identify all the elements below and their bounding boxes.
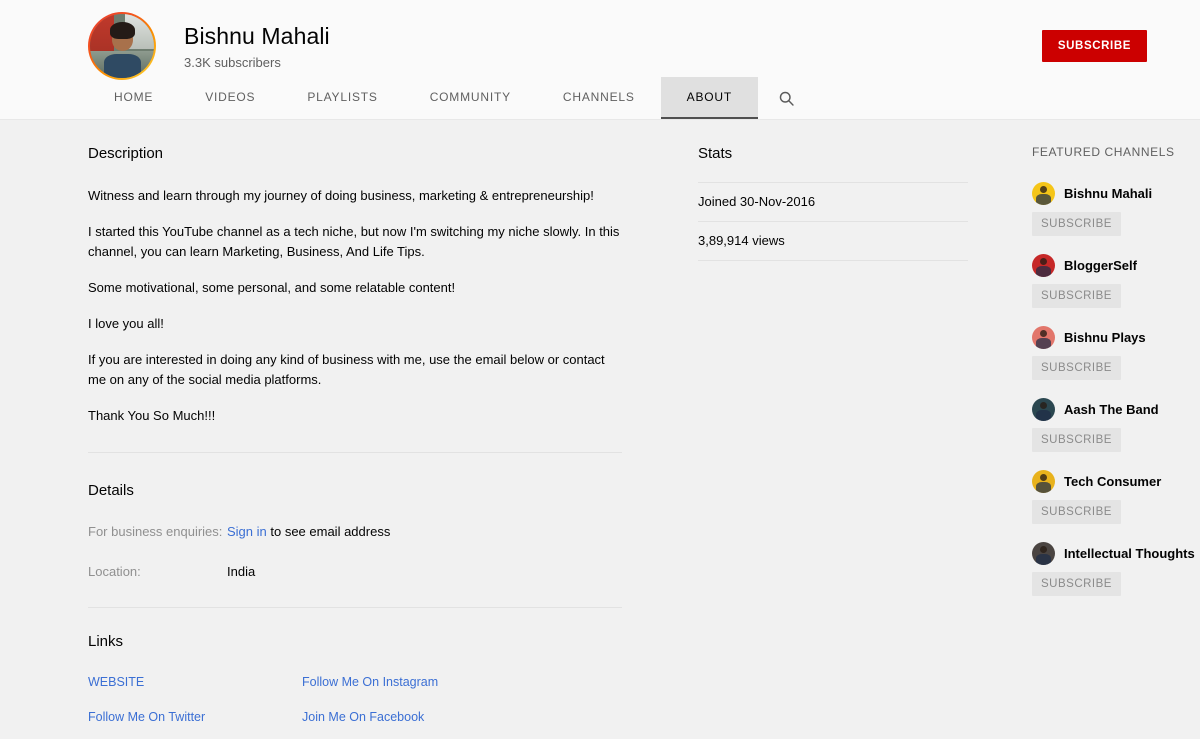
channel-row: BloggerSelf: [1032, 254, 1188, 277]
description-paragraph: Some motivational, some personal, and so…: [88, 280, 456, 295]
channel-avatar-icon[interactable]: [1032, 542, 1055, 565]
description-paragraph: I love you all!: [88, 316, 164, 331]
description-paragraph: Witness and learn through my journey of …: [88, 188, 594, 203]
search-icon[interactable]: [758, 77, 814, 119]
link-instagram[interactable]: Follow Me On Instagram: [302, 674, 516, 690]
identity-text: Bishnu Mahali 3.3K subscribers: [184, 12, 330, 71]
channel-subscribe-button[interactable]: SUBSCRIBE: [1032, 284, 1121, 308]
details-section: Details For business enquiries: Sign in …: [88, 481, 622, 581]
channel-name-link[interactable]: BloggerSelf: [1064, 257, 1137, 275]
link-website[interactable]: WEBSITE: [88, 674, 302, 690]
channel-avatar-icon[interactable]: [1032, 254, 1055, 277]
description-paragraph: Thank You So Much!!!: [88, 408, 216, 423]
featured-channel-item: Intellectual Thoughts SUBSCRIBE: [1032, 542, 1195, 596]
sign-in-link[interactable]: Sign in: [227, 524, 267, 539]
channel-avatar-icon[interactable]: [1032, 326, 1055, 349]
description-paragraph: I started this YouTube channel as a tech…: [88, 224, 620, 259]
channel-name-link[interactable]: Bishnu Mahali: [1064, 185, 1152, 203]
channel-subscribe-button[interactable]: SUBSCRIBE: [1032, 212, 1121, 236]
subscribe-button[interactable]: SUBSCRIBE: [1041, 30, 1147, 62]
details-rows: For business enquiries: Sign in to see e…: [88, 523, 622, 581]
featured-channels-list: Bishnu Mahali SUBSCRIBE BloggerSelf SUBS…: [1032, 182, 1195, 596]
channel-avatar-icon[interactable]: [1032, 398, 1055, 421]
featured-channel-item: BloggerSelf SUBSCRIBE: [1032, 254, 1188, 308]
channel-row: Intellectual Thoughts: [1032, 542, 1195, 565]
divider: [88, 607, 622, 608]
description-body: Witness and learn through my journey of …: [88, 186, 622, 426]
subscriber-count: 3.3K subscribers: [184, 55, 281, 70]
tab-playlists[interactable]: PLAYLISTS: [281, 77, 403, 119]
about-column: Description Witness and learn through my…: [88, 144, 622, 739]
featured-channel-item: Aash The Band SUBSCRIBE: [1032, 398, 1188, 452]
links-title: Links: [88, 633, 124, 650]
location-label: Location:: [88, 564, 141, 579]
channel-subscribe-button[interactable]: SUBSCRIBE: [1032, 572, 1121, 596]
tab-videos[interactable]: VIDEOS: [179, 77, 281, 119]
channel-avatar-icon[interactable]: [1032, 470, 1055, 493]
tab-channels[interactable]: CHANNELS: [537, 77, 661, 119]
business-value: Sign in to see email address: [227, 523, 390, 541]
channel-name-link[interactable]: Aash The Band: [1064, 401, 1159, 419]
about-page: Description Witness and learn through my…: [0, 120, 1200, 739]
links-grid: WEBSITE Follow Me On Instagram Follow Me…: [88, 674, 622, 739]
channel-row: Aash The Band: [1032, 398, 1188, 421]
stats-column: Stats Joined 30-Nov-2016 3,89,914 views: [622, 144, 968, 739]
links-section: Links WEBSITE Follow Me On Instagram Fol…: [88, 632, 622, 739]
avatar-image: [90, 14, 154, 78]
description-section: Description Witness and learn through my…: [88, 144, 622, 426]
link-facebook[interactable]: Join Me On Facebook: [302, 709, 516, 725]
stats-title: Stats: [698, 145, 733, 162]
channel-name-link[interactable]: Tech Consumer: [1064, 473, 1161, 491]
channel-name: Bishnu Mahali: [184, 23, 330, 49]
description-paragraph: If you are interested in doing any kind …: [88, 352, 605, 387]
description-title: Description: [88, 145, 164, 162]
featured-channel-item: Bishnu Mahali SUBSCRIBE: [1032, 182, 1188, 236]
channel-row: Bishnu Mahali: [1032, 182, 1188, 205]
channel-header: Bishnu Mahali 3.3K subscribers SUBSCRIBE…: [0, 0, 1200, 120]
channel-identity: Bishnu Mahali 3.3K subscribers: [88, 12, 330, 80]
channel-row: Tech Consumer: [1032, 470, 1188, 493]
channel-avatar-icon[interactable]: [1032, 182, 1055, 205]
tab-community[interactable]: COMMUNITY: [404, 77, 537, 119]
stats-list: Joined 30-Nov-2016 3,89,914 views: [698, 182, 968, 261]
channel-row: Bishnu Plays: [1032, 326, 1188, 349]
business-suffix: to see email address: [266, 524, 391, 539]
location-value: India: [227, 564, 256, 579]
channel-subscribe-button[interactable]: SUBSCRIBE: [1032, 356, 1121, 380]
details-title: Details: [88, 482, 134, 499]
stat-joined: Joined 30-Nov-2016: [698, 182, 968, 221]
featured-channels-column: FEATURED CHANNELS Bishnu Mahali SUBSCRIB…: [968, 144, 1195, 739]
divider: [88, 452, 622, 453]
featured-channel-item: Bishnu Plays SUBSCRIBE: [1032, 326, 1188, 380]
tab-home[interactable]: HOME: [88, 77, 179, 119]
channel-name-link[interactable]: Intellectual Thoughts: [1064, 545, 1195, 563]
detail-row-location: Location: India: [88, 563, 622, 581]
channel-subscribe-button[interactable]: SUBSCRIBE: [1032, 428, 1121, 452]
channel-tabs: HOME VIDEOS PLAYLISTS COMMUNITY CHANNELS…: [88, 77, 814, 119]
avatar[interactable]: [88, 12, 156, 80]
featured-channels-title: FEATURED CHANNELS: [1032, 145, 1175, 159]
stat-views: 3,89,914 views: [698, 221, 968, 261]
detail-row-business: For business enquiries: Sign in to see e…: [88, 523, 622, 541]
channel-name-link[interactable]: Bishnu Plays: [1064, 329, 1146, 347]
link-twitter[interactable]: Follow Me On Twitter: [88, 709, 302, 725]
tab-about[interactable]: ABOUT: [660, 77, 758, 119]
channel-subscribe-button[interactable]: SUBSCRIBE: [1032, 500, 1121, 524]
business-label: For business enquiries:: [88, 524, 223, 539]
featured-channel-item: Tech Consumer SUBSCRIBE: [1032, 470, 1188, 524]
